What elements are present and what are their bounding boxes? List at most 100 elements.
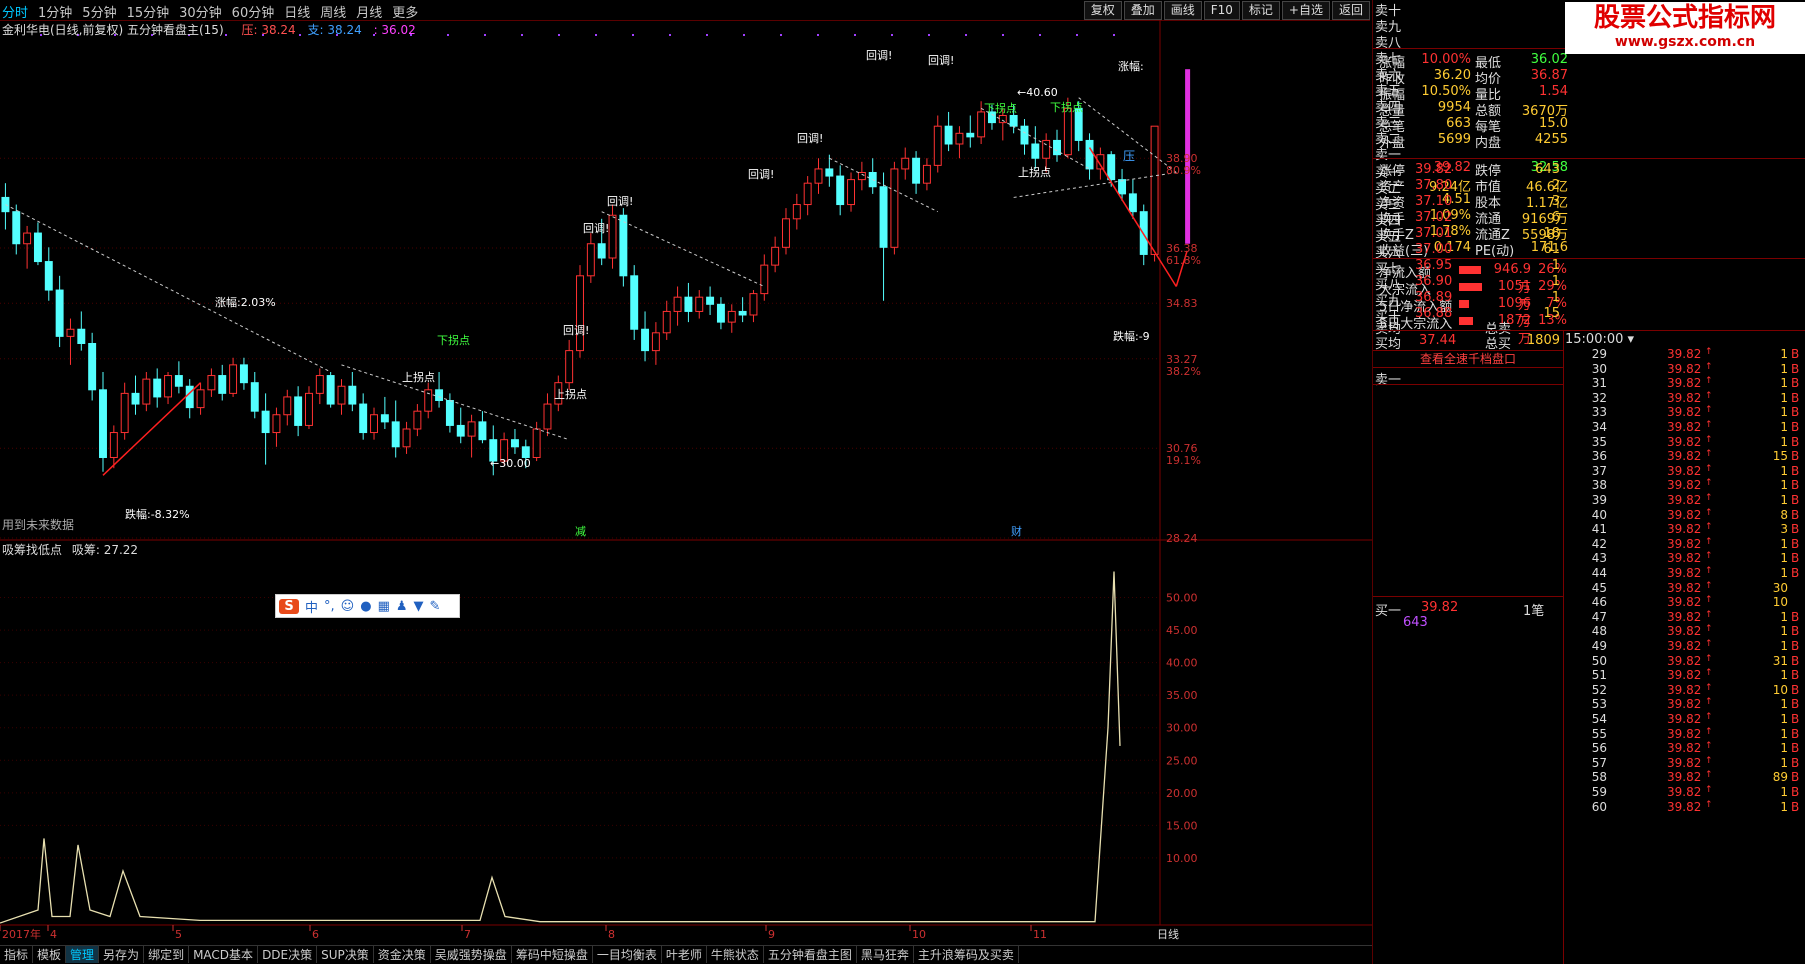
indicator-tab-10[interactable]: 筹码中短操盘 — [512, 946, 593, 963]
signal-dot — [928, 34, 930, 36]
site-watermark-logo: 股票公式指标网 www.gszx.com.cn — [1565, 2, 1805, 54]
tool-button-4[interactable]: 标记 — [1241, 1, 1280, 20]
indicator-tab-12[interactable]: 叶老师 — [662, 946, 707, 963]
tick-price: 39.82 — [1667, 653, 1702, 668]
tick-up-arrow-icon: ↑ — [1705, 493, 1713, 503]
quote-value-right: 36.02 — [1530, 52, 1568, 67]
candle-body — [771, 246, 780, 266]
time-axis-label: 11 — [1033, 928, 1047, 941]
indicator-tab-0[interactable]: 指标 — [0, 946, 34, 963]
candle-body — [619, 214, 628, 277]
ime-tools-icon[interactable]: ✎ — [430, 599, 441, 614]
tick-up-arrow-icon: ↑ — [1705, 420, 1713, 430]
indicator-tab-13[interactable]: 牛熊状态 — [707, 946, 764, 963]
period-tab-2[interactable]: 5分钟 — [82, 2, 116, 21]
tick-minute: 55 — [1591, 726, 1607, 741]
candle-body — [305, 392, 313, 426]
indicator-tab-3[interactable]: 另存为 — [99, 946, 145, 963]
indicator-tab-1[interactable]: 模板 — [33, 946, 67, 963]
tool-button-1[interactable]: 叠加 — [1123, 1, 1162, 20]
candle-body — [803, 182, 812, 206]
time-axis-label: 5 — [175, 928, 182, 941]
indicator-tab-8[interactable]: 资金决策 — [374, 946, 431, 963]
tick-up-arrow-icon: ↑ — [1705, 653, 1713, 664]
ime-punctuation-icon[interactable]: °, — [324, 599, 335, 614]
quote-label-right: PE(动) — [1475, 244, 1515, 259]
tick-minute: 31 — [1591, 376, 1607, 391]
tick-side: B — [1791, 434, 1800, 449]
callback-label: 回调! — [748, 168, 774, 181]
indicator-tab-14[interactable]: 五分钟看盘主图 — [764, 946, 857, 963]
tool-button-6[interactable]: 返回 — [1331, 1, 1370, 20]
candle-body — [879, 186, 888, 248]
high-price-marker: ←40.60 — [1017, 86, 1058, 99]
candle-body — [576, 275, 584, 352]
period-tab-3[interactable]: 15分钟 — [127, 2, 170, 21]
candle-body — [706, 296, 715, 305]
ime-logo-icon[interactable]: S — [279, 598, 299, 614]
quote-value-right: 36.87 — [1530, 68, 1568, 83]
ime-user-icon[interactable]: ♟ — [396, 599, 408, 614]
period-tab-0[interactable]: 分时 — [2, 2, 28, 21]
signal-dot — [817, 34, 819, 36]
period-tab-6[interactable]: 日线 — [284, 2, 310, 21]
quote-value-right: 1.54 — [1539, 84, 1568, 99]
tick-volume: 1 — [1780, 390, 1788, 405]
indicator-tab-2[interactable]: 管理 — [66, 946, 100, 963]
tick-volume: 1 — [1780, 347, 1788, 361]
watermark-url: www.gszx.com.cn — [1614, 34, 1756, 50]
tick-up-arrow-icon: ↑ — [1705, 434, 1713, 445]
tick-minute: 32 — [1591, 390, 1607, 405]
tick-price: 39.82 — [1667, 726, 1702, 741]
ime-emoji-icon[interactable]: ☺ — [341, 599, 355, 614]
candle-body — [738, 310, 747, 316]
callback-label: 回调! — [928, 54, 954, 67]
period-tab-9[interactable]: 更多 — [392, 2, 418, 21]
candle-body — [467, 421, 476, 437]
tick-side: B — [1791, 624, 1800, 639]
indicator-tab-5[interactable]: MACD基本 — [189, 946, 259, 963]
period-tab-1[interactable]: 1分钟 — [38, 2, 72, 21]
candle-body — [597, 243, 606, 259]
tick-side: B — [1791, 785, 1800, 799]
tool-button-5[interactable]: +自选 — [1281, 1, 1330, 20]
panel-divider — [1373, 158, 1805, 159]
period-tab-7[interactable]: 周线 — [320, 2, 346, 21]
period-tab-8[interactable]: 月线 — [356, 2, 382, 21]
tick-volume: 1 — [1780, 434, 1788, 449]
tick-minute: 47 — [1591, 609, 1607, 624]
candle-body — [890, 168, 899, 248]
tool-button-2[interactable]: 画线 — [1163, 1, 1202, 20]
chart-title-text: 金利华电(日线,前复权) 五分钟看盘主(15) — [2, 23, 224, 37]
tick-minute: 42 — [1591, 536, 1607, 551]
ime-keyboard-icon[interactable]: ▦ — [378, 599, 390, 614]
candle-body — [662, 310, 671, 334]
period-tab-4[interactable]: 30分钟 — [179, 2, 222, 21]
indicator-tab-9[interactable]: 吴威强势操盘 — [431, 946, 512, 963]
tick-time-header[interactable]: 15:00:00 ▾ — [1565, 332, 1634, 347]
kline-chart-svg[interactable]: 38.9080.9%36.3861.8%34.8333.2738.2%30.76… — [0, 20, 1372, 945]
tick-side: B — [1791, 478, 1800, 493]
quote-value: 5699 — [1437, 132, 1471, 147]
indicator-tab-15[interactable]: 黑马狂奔 — [857, 946, 914, 963]
period-tab-5[interactable]: 60分钟 — [232, 2, 275, 21]
ime-voice-icon[interactable]: ● — [360, 599, 371, 614]
indicator-tab-6[interactable]: DDE决策 — [258, 946, 318, 963]
indicator-tab-4[interactable]: 绑定到 — [144, 946, 190, 963]
kline-chart-area[interactable]: 38.90 80.9% 36.38 61.8% 34.83 33.27 38.2% 30.76… — [0, 20, 1372, 945]
buy-level-volume: 3 — [1551, 194, 1560, 209]
indicator-tab-11[interactable]: 一目均衡表 — [593, 946, 662, 963]
indicator-tab-7[interactable]: SUP决策 — [317, 946, 374, 963]
tick-up-arrow-icon: ↑ — [1705, 390, 1713, 401]
ime-toolbar[interactable]: S 中 °, ☺ ● ▦ ♟ ▼ ✎ — [275, 594, 460, 618]
candle-body — [565, 350, 574, 384]
indicator-tab-16[interactable]: 主升浪筹码及买卖 — [914, 946, 1019, 963]
ime-skin-icon[interactable]: ▼ — [414, 599, 424, 614]
trend-dashed-line — [5, 204, 331, 373]
tool-button-0[interactable]: 复权 — [1083, 1, 1122, 20]
ime-chinese-icon[interactable]: 中 — [305, 597, 318, 616]
candle-body — [445, 399, 454, 426]
buy-level-volume: 1 — [1551, 274, 1560, 289]
view-full-depth-link[interactable]: 查看全速千档盘口 — [1373, 350, 1563, 368]
tool-button-3[interactable]: F10 — [1203, 1, 1240, 20]
